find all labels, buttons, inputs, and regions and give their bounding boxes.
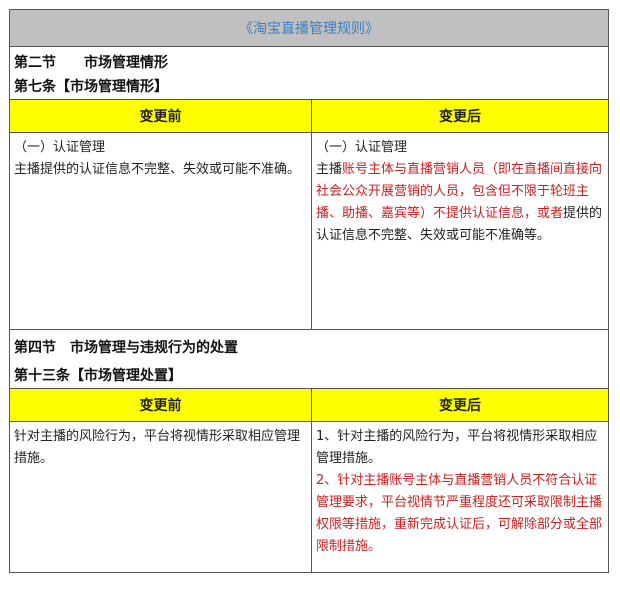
before-header: 变更前 <box>10 388 312 422</box>
section-title: 第二节 市场管理情形 <box>14 55 168 71</box>
after-header: 变更后 <box>312 388 608 422</box>
before-subtitle: （一）认证管理 <box>14 140 106 155</box>
after-text: 主播账号主体与直播营销人员（即在直播间直接向社会公众开展营销的人员，包含但不限于… <box>316 159 604 247</box>
after-cell: 1、针对主播的风险行为，平台将视情形采取相应管理措施。 2、针对主播账号主体与直… <box>312 422 608 572</box>
before-header: 变更前 <box>10 99 312 133</box>
after-header: 变更后 <box>312 99 608 133</box>
after-subtitle: （一）认证管理 <box>316 140 408 155</box>
after-text-plain: 主播 <box>316 162 343 177</box>
comparison-header-row: 变更前 变更后 <box>10 388 608 422</box>
after-item-2-text: 针对主播账号主体与直播营销人员不符合认证管理要求，平台视情节严重程度还可采取限制… <box>316 473 603 554</box>
after-item-1: 1、针对主播的风险行为，平台将视情形采取相应管理措施。 <box>316 429 598 466</box>
comparison-body-row: 针对主播的风险行为，平台将视情形采取相应管理措施。 1、针对主播的风险行为，平台… <box>10 422 608 572</box>
document-title: 《淘宝直播管理规则》 <box>10 10 608 47</box>
section-heading: 第四节 市场管理与违规行为的处置 第十三条【市场管理处置】 <box>10 330 608 388</box>
after-text-changed: 账号主体与直播营销人员（即在直播间直接向社会公众开展营销的人员，包含但不限于轮班… <box>316 162 603 221</box>
before-cell: 针对主播的风险行为，平台将视情形采取相应管理措施。 <box>10 422 312 572</box>
after-cell: （一）认证管理 主播账号主体与直播营销人员（即在直播间直接向社会公众开展营销的人… <box>312 133 608 329</box>
before-cell: （一）认证管理 主播提供的认证信息不完整、失效或可能不准确。 <box>10 133 312 329</box>
article-title: 第七条【市场管理情形】 <box>14 79 168 95</box>
section-title: 第四节 市场管理与违规行为的处置 <box>14 340 238 356</box>
after-item-2: 2、针对主播账号主体与直播营销人员不符合认证管理要求，平台视情节严重程度还可采取… <box>316 470 604 558</box>
section-heading: 第二节 市场管理情形 第七条【市场管理情形】 <box>10 47 608 99</box>
comparison-header-row: 变更前 变更后 <box>10 99 608 133</box>
comparison-body-row: （一）认证管理 主播提供的认证信息不完整、失效或可能不准确。 （一）认证管理 主… <box>10 133 608 330</box>
before-text: 针对主播的风险行为，平台将视情形采取相应管理措施。 <box>14 429 301 466</box>
rules-document: 《淘宝直播管理规则》 第二节 市场管理情形 第七条【市场管理情形】 变更前 变更… <box>9 9 609 573</box>
after-item-2-prefix: 2、 <box>316 473 338 488</box>
before-text: 主播提供的认证信息不完整、失效或可能不准确。 <box>14 162 301 177</box>
article-title: 第十三条【市场管理处置】 <box>14 368 182 384</box>
